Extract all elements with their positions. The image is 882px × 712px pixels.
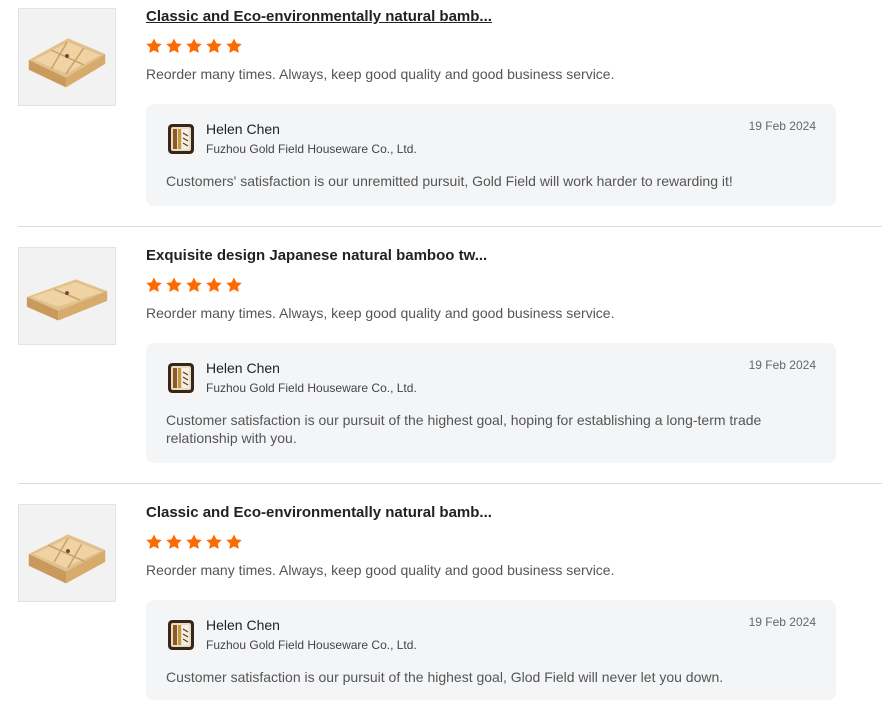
- product-title-link[interactable]: Classic and Eco-environmentally natural …: [146, 8, 492, 26]
- review-comment: Reorder many times. Always, keep good qu…: [146, 305, 615, 321]
- reply-author-name: Helen Chen: [206, 360, 280, 376]
- star-icon: [206, 277, 222, 293]
- review-comment: Reorder many times. Always, keep good qu…: [146, 562, 615, 578]
- reply-author-name: Helen Chen: [206, 121, 280, 137]
- product-title-link[interactable]: Exquisite design Japanese natural bamboo…: [146, 247, 487, 265]
- star-icon: [166, 277, 182, 293]
- star-icon: [226, 38, 242, 54]
- review-item: Exquisite design Japanese natural bamboo…: [0, 247, 882, 467]
- seller-reply: Helen Chen Fuzhou Gold Field Houseware C…: [146, 104, 836, 206]
- star-icon: [146, 38, 162, 54]
- bamboo-tray-image: [19, 248, 115, 344]
- seller-reply: Helen Chen Fuzhou Gold Field Houseware C…: [146, 600, 836, 700]
- reply-date: 19 Feb 2024: [748, 358, 816, 372]
- review-item: Classic and Eco-environmentally natural …: [0, 504, 882, 704]
- star-icon: [226, 534, 242, 550]
- rating-stars: [145, 37, 243, 55]
- star-icon: [226, 277, 242, 293]
- reply-text: Customers' satisfaction is our unremitte…: [166, 173, 733, 189]
- reply-company-name: Fuzhou Gold Field Houseware Co., Ltd.: [206, 142, 417, 156]
- star-icon: [166, 38, 182, 54]
- star-icon: [206, 534, 222, 550]
- rating-stars: [145, 533, 243, 551]
- company-logo: [168, 124, 194, 154]
- star-icon: [146, 277, 162, 293]
- star-icon: [166, 534, 182, 550]
- reply-text: Customer satisfaction is our pursuit of …: [166, 669, 724, 685]
- reply-company-name: Fuzhou Gold Field Houseware Co., Ltd.: [206, 381, 417, 395]
- review-comment: Reorder many times. Always, keep good qu…: [146, 66, 615, 82]
- product-thumbnail[interactable]: [18, 8, 116, 106]
- reply-author-name: Helen Chen: [206, 617, 280, 633]
- reply-date: 19 Feb 2024: [748, 615, 816, 629]
- product-thumbnail[interactable]: [18, 247, 116, 345]
- bamboo-tray-image: [19, 505, 115, 601]
- star-icon: [186, 277, 202, 293]
- company-logo: [168, 620, 194, 650]
- star-icon: [146, 534, 162, 550]
- review-item: Classic and Eco-environmentally natural …: [0, 8, 882, 208]
- star-icon: [186, 38, 202, 54]
- divider: [18, 483, 882, 484]
- bamboo-tray-image: [19, 9, 115, 105]
- reply-date: 19 Feb 2024: [748, 119, 816, 133]
- product-title-link[interactable]: Classic and Eco-environmentally natural …: [146, 504, 492, 522]
- product-thumbnail[interactable]: [18, 504, 116, 602]
- star-icon: [186, 534, 202, 550]
- rating-stars: [145, 276, 243, 294]
- reply-text: Customer satisfaction is our pursuit of …: [166, 412, 762, 446]
- star-icon: [206, 38, 222, 54]
- company-logo: [168, 363, 194, 393]
- seller-reply: Helen Chen Fuzhou Gold Field Houseware C…: [146, 343, 836, 463]
- reply-company-name: Fuzhou Gold Field Houseware Co., Ltd.: [206, 638, 417, 652]
- divider: [18, 226, 882, 227]
